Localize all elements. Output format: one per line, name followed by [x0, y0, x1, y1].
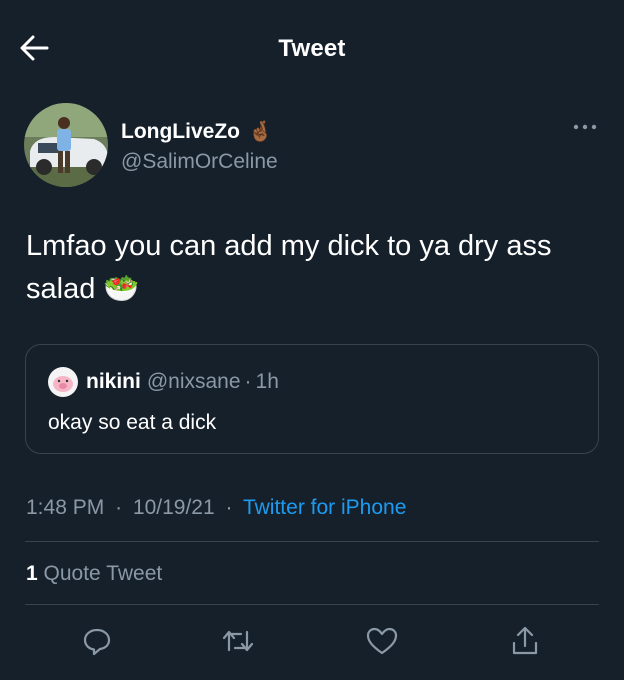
divider [25, 604, 599, 605]
divider [25, 541, 599, 542]
quoted-tweet[interactable]: nikini @nixsane · 1h okay so eat a dick [25, 344, 599, 454]
avatar-photo [24, 103, 108, 187]
top-bar: Tweet [0, 0, 624, 98]
quote-tweets-stat[interactable]: 1 Quote Tweet [26, 562, 162, 586]
retweet-button[interactable] [215, 618, 261, 664]
page-title: Tweet [278, 35, 346, 62]
tweet-date: 10/19/21 [132, 496, 215, 519]
tweet-meta: 1:48 PM · 10/19/21 · Twitter for iPhone [26, 496, 406, 520]
tweet-body: Lmfao you can add my dick to ya dry ass … [26, 225, 586, 311]
quote-label: Quote Tweet [43, 562, 163, 585]
tweet-time: 1:48 PM [26, 496, 105, 519]
crossed-fingers-icon: 🤞🏾 [248, 121, 273, 143]
tweet-source-link[interactable]: Twitter for iPhone [243, 496, 406, 519]
quote-count: 1 [26, 562, 38, 585]
display-name[interactable]: LongLiveZo [121, 120, 240, 144]
meta-separator: · [115, 496, 123, 519]
reply-button[interactable] [74, 618, 120, 664]
reply-icon [83, 628, 111, 656]
action-bar [0, 618, 624, 664]
tweet-author: LongLiveZo 🤞🏾 @SalimOrCeline [24, 103, 604, 189]
meta-separator: · [225, 496, 233, 519]
more-options-button[interactable] [570, 117, 600, 137]
quote-display-name: nikini [86, 370, 141, 393]
quote-separator: · [244, 370, 252, 393]
pig-avatar-icon [48, 367, 78, 397]
quote-text: okay so eat a dick [48, 411, 217, 434]
share-button[interactable] [502, 618, 548, 664]
salad-icon: 🥗 [103, 273, 140, 305]
quote-handle: @nixsane [146, 370, 241, 393]
like-button[interactable] [359, 618, 405, 664]
like-icon [366, 627, 398, 655]
retweet-icon [222, 630, 254, 652]
more-icon [573, 124, 597, 130]
quote-avatar[interactable] [48, 367, 78, 397]
user-handle[interactable]: @SalimOrCeline [121, 150, 278, 174]
quote-time: 1h [255, 370, 279, 393]
avatar[interactable] [24, 103, 108, 187]
share-icon [512, 626, 538, 655]
